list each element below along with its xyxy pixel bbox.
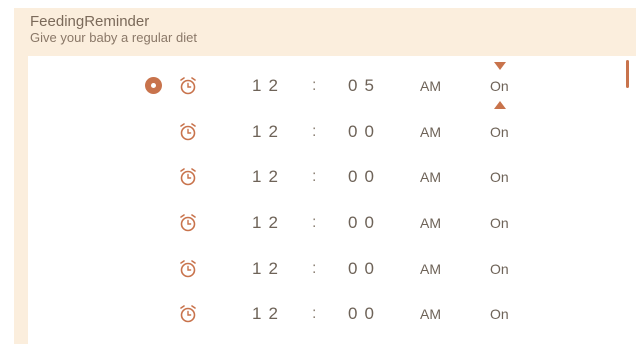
feeding-reminder-panel: FeedingReminder Give your baby a regular… — [14, 8, 636, 344]
minute-value[interactable]: 00 — [348, 304, 381, 324]
hour-value[interactable]: 12 — [252, 167, 285, 187]
page-title: FeedingReminder — [30, 13, 150, 30]
selected-radio[interactable] — [145, 77, 162, 94]
time-separator: : — [312, 260, 317, 277]
state-value[interactable]: On — [490, 169, 509, 185]
minute-value[interactable]: 00 — [348, 122, 381, 142]
scrollbar[interactable] — [620, 56, 636, 344]
time-separator: : — [312, 77, 317, 94]
alarm-clock-icon — [180, 168, 196, 186]
arrow-up-icon[interactable] — [494, 101, 506, 109]
arrow-down-icon[interactable] — [494, 62, 506, 70]
reminder-row[interactable]: 12 : 00 AM On — [28, 201, 620, 245]
alarm-clock-icon — [180, 214, 196, 232]
time-separator: : — [312, 168, 317, 185]
reminder-row[interactable]: 12 : 00 AM On — [28, 292, 620, 336]
reminder-row[interactable]: 12 : 00 AM On — [28, 247, 620, 291]
scrollbar-thumb[interactable] — [626, 60, 629, 88]
minute-value[interactable]: 05 — [348, 76, 381, 96]
page-subtitle: Give your baby a regular diet — [30, 30, 197, 45]
alarm-clock-icon — [180, 123, 196, 141]
reminder-row[interactable]: 12 : 00 AM On — [28, 155, 620, 199]
header: FeedingReminder Give your baby a regular… — [30, 13, 197, 46]
hour-value[interactable]: 12 — [252, 76, 285, 96]
minute-value[interactable]: 00 — [348, 213, 381, 233]
reminder-row[interactable]: 12 : 00 AM On — [28, 110, 620, 154]
alarm-clock-icon — [180, 260, 196, 278]
reminder-list: 12 : 05 AM On 12 : 00 AM On 12: 00 AM O… — [28, 56, 620, 344]
minute-value[interactable]: 00 — [348, 167, 381, 187]
hour-value[interactable]: 12 — [252, 213, 285, 233]
reminder-row[interactable]: 12 : 05 AM On — [28, 62, 620, 109]
time-separator: : — [312, 123, 317, 140]
time-separator: : — [312, 305, 317, 322]
alarm-clock-icon — [180, 77, 196, 95]
period-value[interactable]: AM — [420, 215, 441, 231]
alarm-clock-icon — [180, 305, 196, 323]
time-separator: : — [312, 214, 317, 231]
period-value[interactable]: AM — [420, 78, 441, 94]
hour-value[interactable]: 12 — [252, 304, 285, 324]
state-value[interactable]: On — [490, 261, 509, 277]
period-value[interactable]: AM — [420, 306, 441, 322]
state-value[interactable]: On — [490, 124, 509, 140]
state-value[interactable]: On — [490, 78, 509, 94]
hour-value[interactable]: 12 — [252, 122, 285, 142]
period-value[interactable]: AM — [420, 169, 441, 185]
state-value[interactable]: On — [490, 215, 509, 231]
state-value[interactable]: On — [490, 306, 509, 322]
hour-value[interactable]: 12 — [252, 259, 285, 279]
period-value[interactable]: AM — [420, 261, 441, 277]
period-value[interactable]: AM — [420, 124, 441, 140]
minute-value[interactable]: 00 — [348, 259, 381, 279]
